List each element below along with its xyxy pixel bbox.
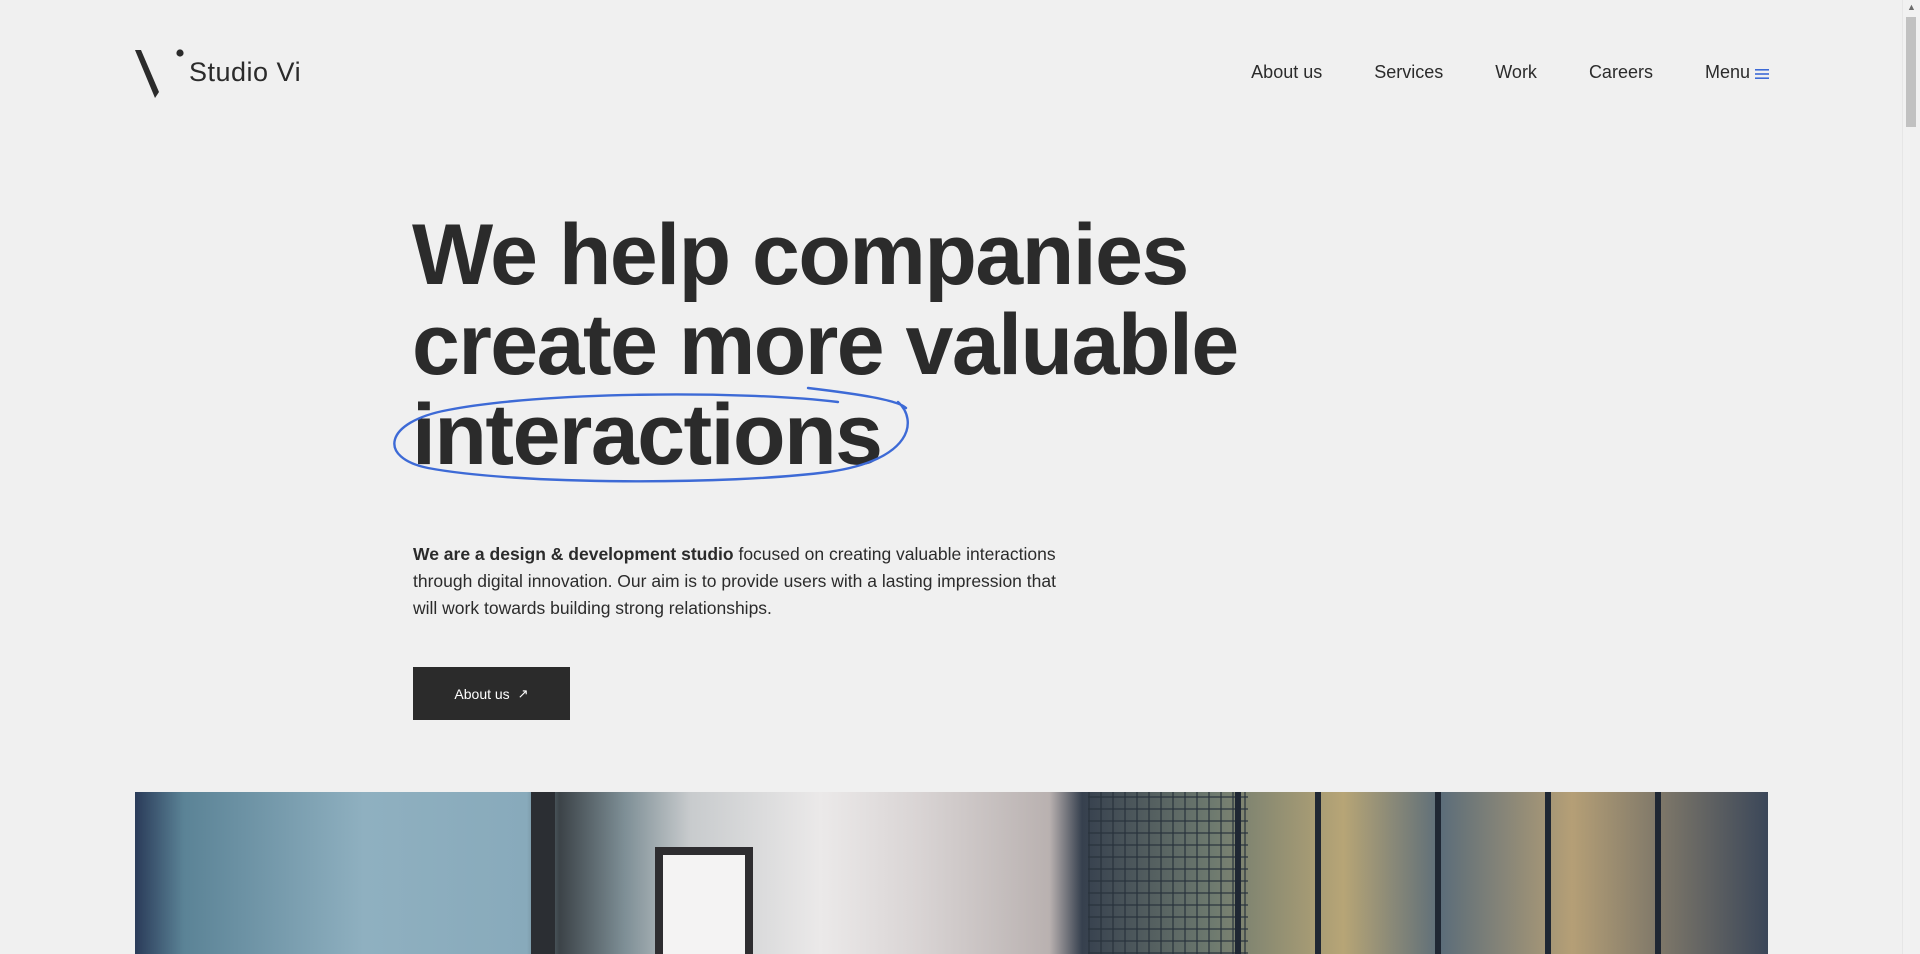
hero-highlight-word: interactions	[412, 387, 883, 483]
main-nav: About us Services Work Careers Menu	[1251, 62, 1769, 83]
hero-office-image	[135, 792, 1768, 954]
image-shelf-post	[1235, 792, 1241, 954]
nav-item-services[interactable]: Services	[1374, 62, 1443, 83]
hero-heading: We help companies create more valuable i…	[393, 207, 1239, 483]
brand-name: Studio Vi	[189, 57, 302, 87]
scrollbar-thumb[interactable]	[1906, 17, 1916, 127]
menu-label: Menu	[1704, 62, 1750, 82]
brand-logo[interactable]: Studio Vi	[135, 48, 301, 98]
nav-item-careers[interactable]: Careers	[1589, 62, 1653, 83]
hero-line-2: create more valuable	[412, 297, 1239, 393]
hero-intro-bold: We are a design & development studio	[413, 544, 734, 564]
page: Studio Vi About us Services Work Careers…	[0, 0, 1920, 954]
studio-vi-logo-icon	[135, 49, 184, 98]
image-shelf-post	[1315, 792, 1321, 954]
about-us-button[interactable]: About us ↗	[413, 667, 570, 720]
image-doorway	[655, 847, 753, 954]
vertical-scrollbar[interactable]: ▲	[1902, 0, 1920, 954]
hero-line-1: We help companies	[412, 207, 1189, 303]
cta-label: About us	[454, 685, 510, 702]
image-metal-grid	[1088, 792, 1248, 954]
nav-item-about-us[interactable]: About us	[1251, 62, 1322, 83]
hero-highlight: interactions	[393, 386, 909, 483]
menu-button[interactable]: Menu	[1705, 62, 1769, 83]
image-shelf-post	[1545, 792, 1551, 954]
image-shelf-post	[1655, 792, 1661, 954]
image-doorframe	[531, 792, 555, 954]
hamburger-icon	[1755, 69, 1769, 79]
hero-intro: We are a design & development studio foc…	[413, 541, 1063, 622]
image-shelf-post	[1435, 792, 1441, 954]
scroll-up-arrow-icon[interactable]: ▲	[1907, 2, 1916, 12]
nav-item-work[interactable]: Work	[1495, 62, 1537, 83]
arrow-up-right-icon: ↗	[517, 685, 529, 701]
